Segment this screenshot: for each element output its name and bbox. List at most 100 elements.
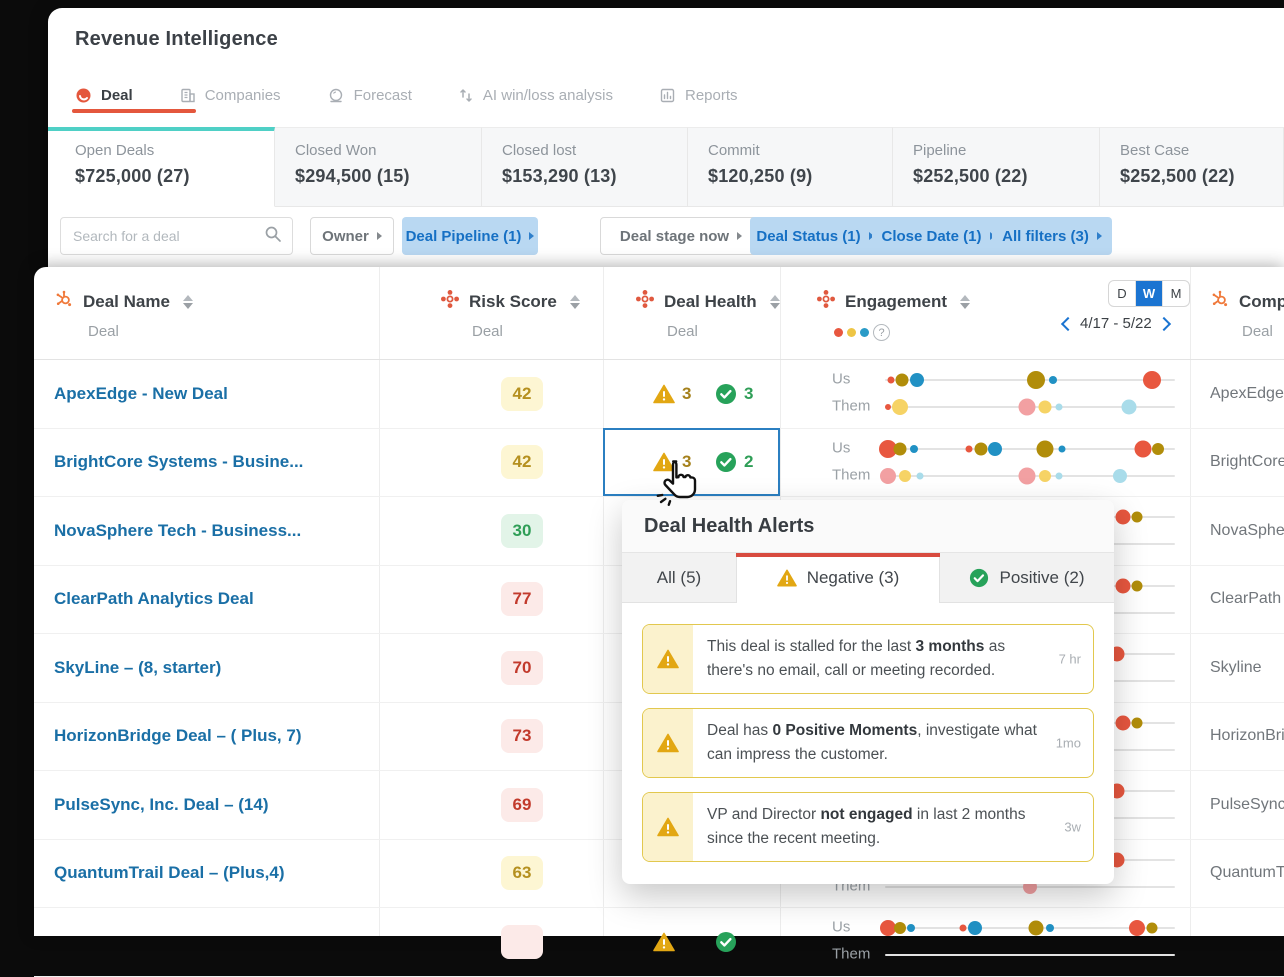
- engagement-dot: [1046, 924, 1054, 932]
- tab-reports[interactable]: Reports: [659, 87, 738, 104]
- warning-icon: [657, 649, 679, 669]
- risk-score-badge: 63: [501, 856, 543, 890]
- tab-companies[interactable]: Companies: [179, 87, 281, 104]
- engagement-them-label: Them: [832, 946, 870, 963]
- tab-ai-win-loss-analysis[interactable]: AI win/loss analysis: [458, 87, 613, 104]
- deal-health-cell[interactable]: [603, 908, 780, 976]
- deal-link[interactable]: PulseSync, Inc. Deal – (14): [54, 795, 268, 815]
- risk-score-badge: 30: [501, 514, 543, 548]
- deal-link[interactable]: BrightCore Systems - Busine...: [54, 452, 303, 472]
- engagement-dot: [1056, 404, 1063, 411]
- deal-link[interactable]: HorizonBridge Deal – ( Plus, 7): [54, 726, 302, 746]
- engagement-dot: [960, 925, 967, 932]
- date-range-label: 4/17 - 5/22: [1080, 315, 1152, 332]
- column-label: Deal Health: [664, 292, 757, 312]
- column-header-company[interactable]: Comp: [1210, 289, 1284, 314]
- engagement-dot: [896, 374, 909, 387]
- check-circle-icon: [715, 931, 737, 953]
- alert-card: Deal has 0 Positive Moments, investigate…: [642, 708, 1094, 778]
- popup-tab-positive-2-[interactable]: Positive (2): [940, 553, 1114, 603]
- filter-close-date-1-[interactable]: Close Date (1): [872, 217, 1004, 255]
- column-label: Deal Name: [83, 292, 170, 312]
- engagement-dot: [1132, 580, 1143, 591]
- company-name: BrightCore: [1210, 453, 1284, 471]
- engagement-dot: [907, 924, 915, 932]
- filter-label: Close Date (1): [881, 228, 981, 245]
- tab-label: Deal: [101, 87, 133, 104]
- engagement-dot: [1115, 510, 1130, 525]
- popup-tab-all-5-[interactable]: All (5): [622, 553, 737, 603]
- deal-link[interactable]: ApexEdge - New Deal: [54, 384, 228, 404]
- warning-icon: [777, 568, 797, 588]
- table-row: Us Them: [34, 908, 1284, 977]
- period-option-d[interactable]: D: [1109, 281, 1136, 306]
- sort-icon[interactable]: [570, 295, 580, 309]
- sort-icon[interactable]: [960, 295, 970, 309]
- deal-link[interactable]: ClearPath Analytics Deal: [54, 589, 254, 609]
- sort-icon[interactable]: [183, 295, 193, 309]
- summary-card-pipeline[interactable]: Pipeline$252,500 (22): [893, 127, 1100, 207]
- period-option-m[interactable]: M: [1163, 281, 1189, 306]
- filter-all-filters-3-[interactable]: All filters (3): [992, 217, 1112, 255]
- engagement-dot: [1121, 400, 1136, 415]
- alert-age: 7 hr: [1059, 652, 1081, 667]
- positive-alerts: 3: [715, 383, 753, 405]
- header-panel: Revenue Intelligence DealCompaniesForeca…: [48, 8, 1284, 267]
- popup-tab-negative-3-[interactable]: Negative (3): [737, 553, 940, 603]
- sort-icon[interactable]: [770, 295, 780, 309]
- column-header-deal-health[interactable]: Deal Health: [635, 289, 780, 314]
- alert-text: This deal is stalled for the last 3 mont…: [693, 625, 1093, 693]
- help-icon[interactable]: ?: [873, 324, 890, 341]
- chevron-left-icon[interactable]: [1061, 316, 1075, 330]
- alert-warning-strip: [643, 793, 693, 861]
- chevron-right-icon[interactable]: [1157, 316, 1171, 330]
- risk-score-badge: [501, 925, 543, 959]
- gong-icon: [440, 289, 460, 309]
- search-box[interactable]: [60, 217, 293, 255]
- column-header-risk-score[interactable]: Risk Score: [440, 289, 580, 314]
- summary-card-best-case[interactable]: Best Case$252,500 (22): [1100, 127, 1284, 207]
- popup-title: Deal Health Alerts: [644, 515, 814, 538]
- popup-tab-label: Negative (3): [807, 568, 900, 588]
- engagement-timeline: [885, 886, 1175, 888]
- popup-header: Deal Health Alerts: [622, 500, 1114, 553]
- engagement-timeline: [885, 379, 1175, 381]
- filter-label: Deal Status (1): [756, 228, 860, 245]
- negative-alerts: [653, 932, 682, 952]
- filter-label: All filters (3): [1002, 228, 1089, 245]
- engagement-dot: [1058, 445, 1065, 452]
- engagement-us-label: Us: [832, 371, 850, 388]
- tab-forecast[interactable]: Forecast: [327, 87, 412, 104]
- summary-card-closed-won[interactable]: Closed Won$294,500 (15): [275, 127, 482, 207]
- filter-deal-status-1-[interactable]: Deal Status (1): [750, 217, 880, 255]
- search-input[interactable]: [71, 227, 264, 245]
- deal-health-alerts-popup: Deal Health Alerts All (5) Negative (3) Po…: [622, 500, 1114, 884]
- card-label: Pipeline: [913, 142, 1099, 159]
- period-option-w[interactable]: W: [1136, 281, 1163, 306]
- deal-link[interactable]: SkyLine – (8, starter): [54, 658, 221, 678]
- filter-deal-pipeline-1-[interactable]: Deal Pipeline (1): [402, 217, 538, 255]
- legend-dot-blue: [860, 328, 869, 337]
- card-value: $725,000 (27): [75, 166, 274, 187]
- summary-card-open-deals[interactable]: Open Deals$725,000 (27): [48, 127, 275, 207]
- engagement-dot: [966, 445, 973, 452]
- deal-health-cell[interactable]: 33: [603, 360, 780, 428]
- engagement-dot: [1027, 371, 1045, 389]
- summary-card-commit[interactable]: Commit$120,250 (9): [688, 127, 893, 207]
- engagement-dot: [1129, 920, 1145, 936]
- engagement-cell: UsThem: [780, 429, 1190, 497]
- tab-deal[interactable]: Deal: [75, 87, 133, 104]
- engagement-us-row: Us: [832, 367, 1180, 391]
- summary-card-closed-lost[interactable]: Closed lost$153,290 (13): [482, 127, 688, 207]
- warning-icon: [653, 932, 675, 952]
- hubspot-icon: [54, 289, 74, 309]
- card-label: Closed lost: [502, 142, 687, 159]
- filter-owner[interactable]: Owner: [310, 217, 394, 255]
- deal-link[interactable]: NovaSphere Tech - Business...: [54, 521, 301, 541]
- engagement-us-row: Us: [832, 915, 1180, 939]
- deal-link[interactable]: QuantumTrail Deal – (Plus,4): [54, 863, 285, 883]
- filter-deal-stage-now[interactable]: Deal stage now: [600, 217, 762, 255]
- column-header-deal-name[interactable]: Deal Name: [54, 289, 193, 314]
- column-header-engagement[interactable]: Engagement: [816, 289, 970, 314]
- risk-score-badge: 69: [501, 788, 543, 822]
